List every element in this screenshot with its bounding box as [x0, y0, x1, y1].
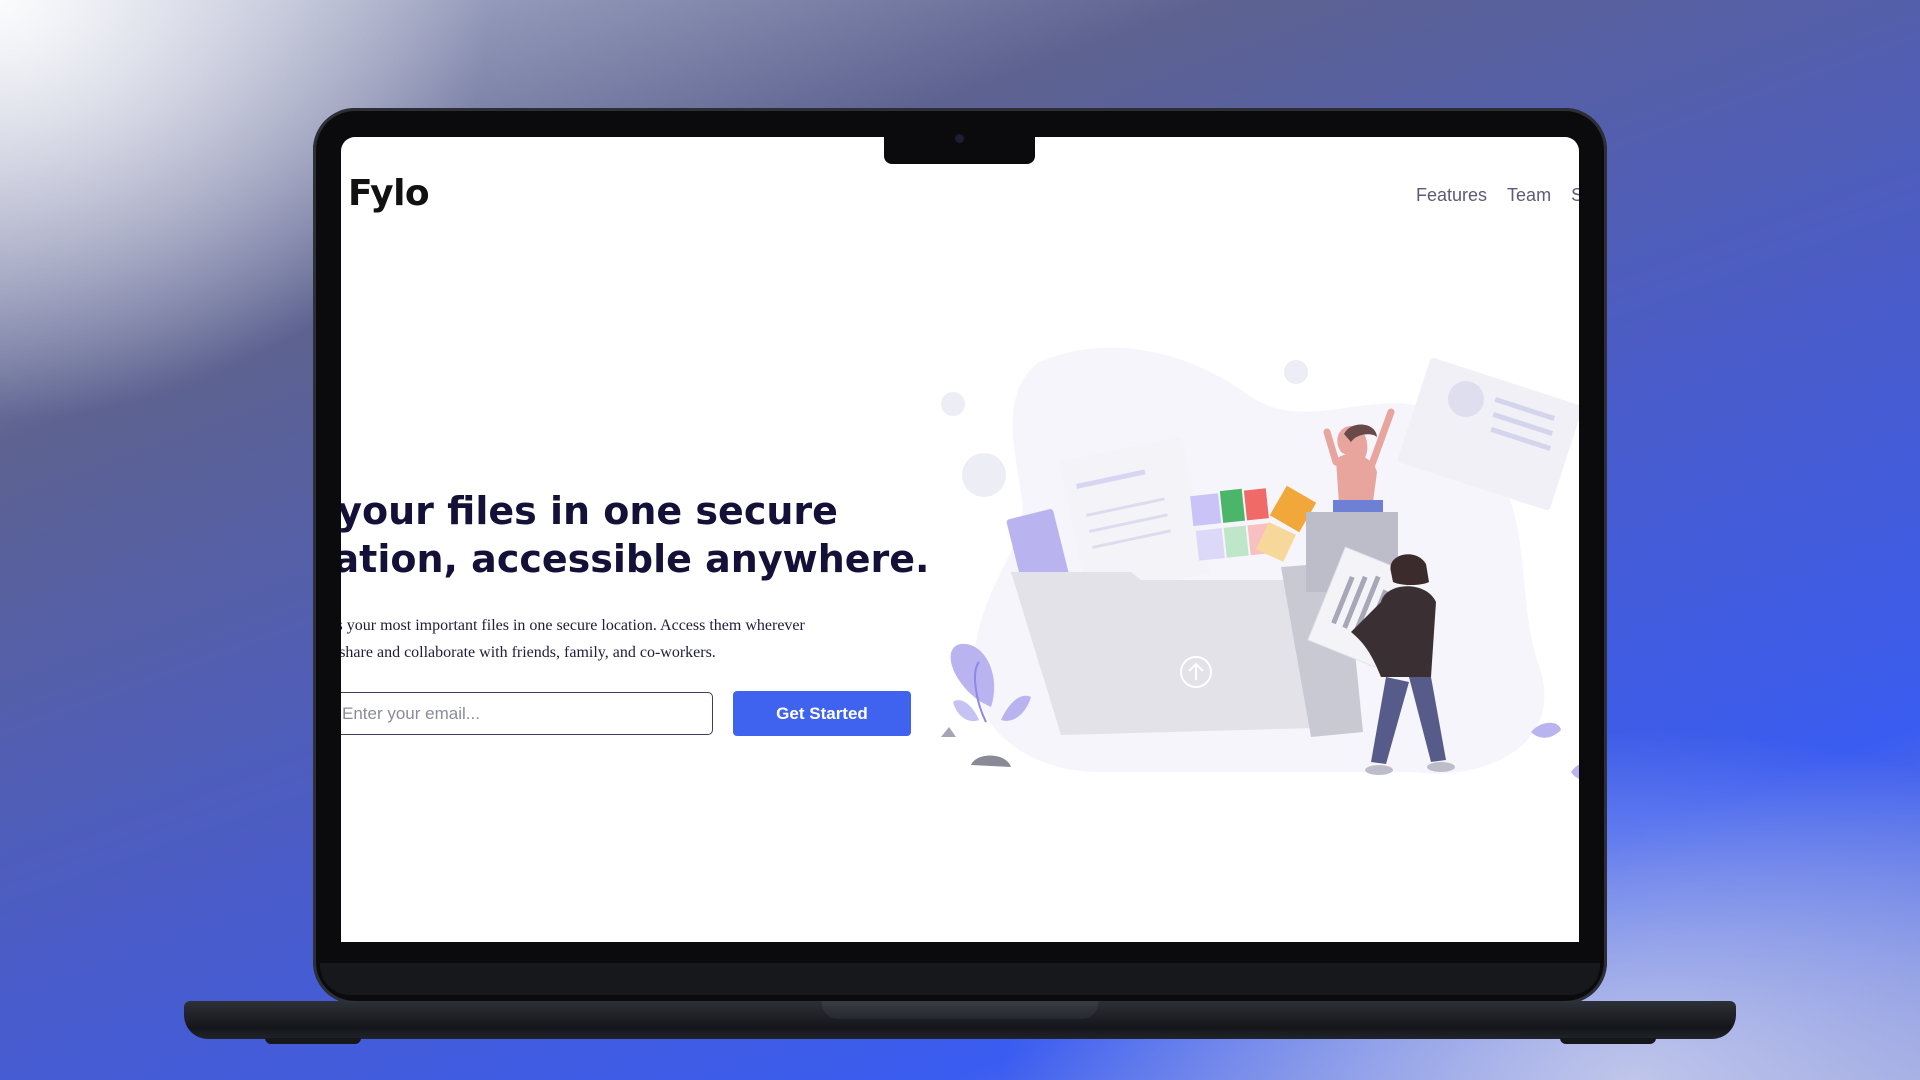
- nav-link-team[interactable]: Team: [1507, 185, 1551, 206]
- hero-description-line: ou need, share and collaborate with frie…: [341, 644, 716, 661]
- email-input[interactable]: [341, 692, 713, 735]
- get-started-button[interactable]: Get Started: [733, 691, 911, 736]
- hero-title-line: cation, accessible anywhere.: [341, 537, 930, 581]
- nav-link-partial[interactable]: S: [1571, 185, 1579, 206]
- webcam-icon: [955, 134, 964, 143]
- laptop-foot-left: [265, 1038, 361, 1044]
- hero-description-line: ylo stores your most important files in …: [341, 617, 805, 634]
- hero-title-line: l your files in one secure: [341, 489, 838, 533]
- site-logo[interactable]: Fylo: [348, 173, 430, 214]
- main-nav: Features Team S: [1416, 185, 1579, 206]
- laptop-screen: Fylo Features Team S l your files in one…: [341, 137, 1579, 942]
- laptop-foot-right: [1560, 1038, 1656, 1044]
- nav-link-features[interactable]: Features: [1416, 185, 1487, 206]
- laptop-base-notch: [822, 1001, 1098, 1019]
- laptop-bezel-chin: [320, 963, 1600, 995]
- hero-title: l your files in one secure cation, acces…: [341, 487, 931, 583]
- hero-description: ylo stores your most important files in …: [341, 612, 901, 666]
- people-organizing-files-illustration: [941, 347, 1579, 779]
